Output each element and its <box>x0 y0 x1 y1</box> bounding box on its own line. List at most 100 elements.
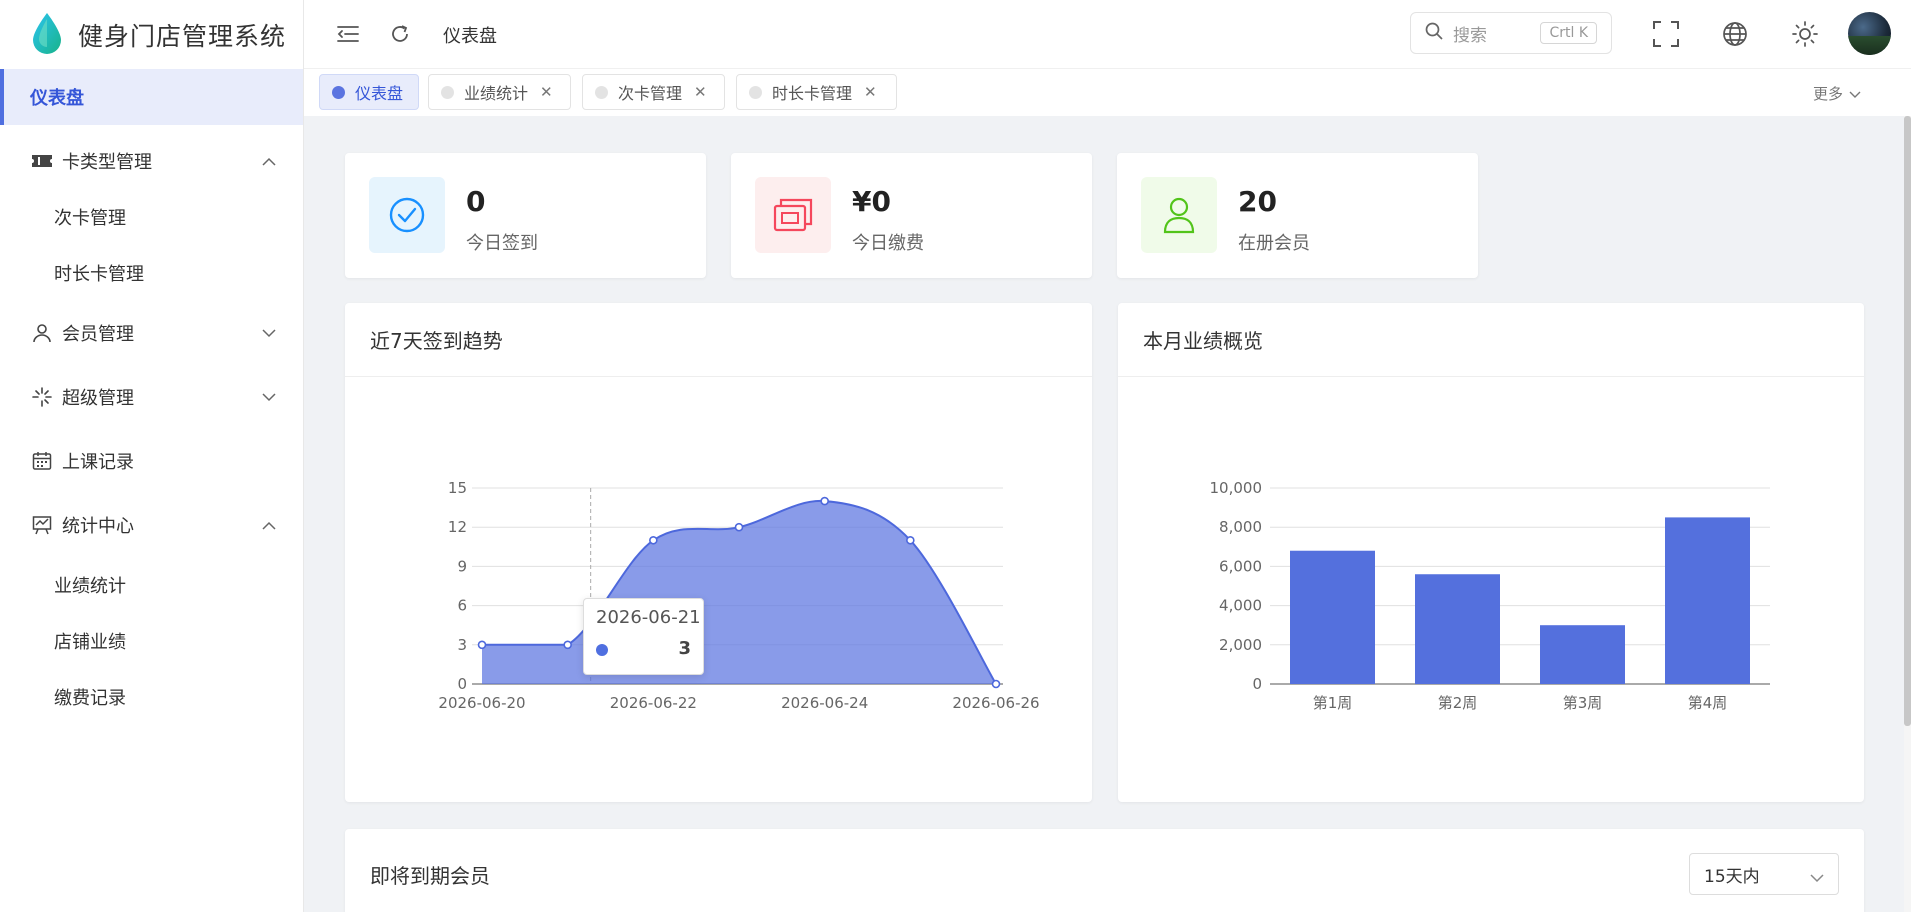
x-tick-label: 2026-06-22 <box>610 694 697 712</box>
search-box[interactable]: 搜索 Crtl K <box>1410 12 1612 54</box>
user-icon <box>30 321 54 345</box>
stat-card-members: 20 在册会员 <box>1117 153 1478 278</box>
panel-checkin-trend: 近7天签到趋势 0 3 6 9 12 15 2026-06-20 2026-06-22 2026… <box>345 303 1092 802</box>
y-tick-label: 12 <box>448 518 467 536</box>
chevron-down-icon <box>261 389 277 405</box>
panel-expiring-members: 即将到期会员 15天内 <box>345 829 1864 912</box>
bar <box>1540 625 1625 684</box>
sidebar-item-statistics[interactable]: 统计中心 <box>0 493 303 557</box>
y-tick-label: 3 <box>457 636 467 654</box>
tab-duration-card[interactable]: 时长卡管理 ✕ <box>736 74 897 110</box>
globe-icon[interactable] <box>1721 20 1749 48</box>
sidebar-item-label: 卡类型管理 <box>62 152 152 173</box>
tooltip-value: 3 <box>678 638 691 659</box>
menu-collapse-icon[interactable] <box>334 20 362 48</box>
data-point <box>563 640 572 650</box>
tabs-bar: 仪表盘 业绩统计 ✕ 次卡管理 ✕ 时长卡管理 ✕ 更多 <box>304 68 1911 116</box>
chevron-down-icon <box>1849 85 1861 103</box>
y-tick-label: 6,000 <box>1219 557 1262 575</box>
user-icon <box>1141 177 1217 253</box>
tab-dot <box>332 85 345 99</box>
search-placeholder: 搜索 <box>1453 25 1487 46</box>
stat-card-payments: ¥0 今日缴费 <box>731 153 1092 278</box>
x-tick-label: 2026-06-24 <box>781 694 868 712</box>
sidebar-item-count-card[interactable]: 次卡管理 <box>0 189 303 245</box>
app-logo[interactable]: 健身门店管理系统 <box>0 0 303 69</box>
chevron-down-icon <box>261 325 277 341</box>
sidebar-item-store-performance[interactable]: 店铺业绩 <box>0 613 303 669</box>
stat-value: 0 <box>466 185 486 218</box>
refresh-icon[interactable] <box>386 20 414 48</box>
checkin-trend-chart: 0 3 6 9 12 15 2026-06-20 2026-06-22 2026-06-24 20… <box>438 479 1039 712</box>
stat-card-checkins: 0 今日签到 <box>345 153 706 278</box>
sidebar-item-payment-records[interactable]: 缴费记录 <box>0 669 303 725</box>
panel-title: 即将到期会员 <box>370 863 490 888</box>
stat-value: ¥0 <box>852 185 891 218</box>
y-tick-label: 9 <box>457 557 467 575</box>
close-icon[interactable]: ✕ <box>694 83 707 101</box>
bar <box>1290 550 1375 684</box>
sidebar-item-card-types[interactable]: 卡类型管理 <box>0 133 303 189</box>
tab-label: 次卡管理 <box>618 84 683 103</box>
y-tick-label: 0 <box>457 675 467 693</box>
tab-dot <box>595 85 608 99</box>
tab-count-card[interactable]: 次卡管理 ✕ <box>582 74 725 110</box>
bar <box>1665 517 1750 684</box>
panel-title: 近7天签到趋势 <box>345 303 1092 377</box>
ticket-icon <box>30 149 54 173</box>
tabs-more-button[interactable]: 更多 <box>1813 83 1861 104</box>
tab-label: 业绩统计 <box>464 84 529 103</box>
sidebar-item-performance-stats[interactable]: 业绩统计 <box>0 557 303 613</box>
sidebar-item-label: 仪表盘 <box>30 88 84 109</box>
x-tick-label: 第4周 <box>1688 694 1728 712</box>
check-circle-icon <box>369 177 445 253</box>
stat-label: 今日签到 <box>466 233 538 254</box>
data-point <box>991 679 1001 689</box>
breadcrumb[interactable]: 仪表盘 <box>443 22 497 48</box>
select-value: 15天内 <box>1704 866 1760 887</box>
sidebar: 健身门店管理系统 仪表盘 卡类型管理 次卡管理 时长卡管理 会员管理 超级管理 <box>0 0 304 912</box>
sidebar-item-label: 上课记录 <box>62 452 134 473</box>
tab-label: 时长卡管理 <box>772 84 853 103</box>
x-tick-label: 第1周 <box>1313 694 1353 712</box>
page-scrollbar-thumb[interactable] <box>1904 116 1911 726</box>
panel-title: 本月业绩概览 <box>1118 303 1864 377</box>
tabs-more-label: 更多 <box>1812 85 1843 103</box>
search-shortcut-badge: Crtl K <box>1540 22 1597 44</box>
avatar[interactable] <box>1848 12 1891 55</box>
theme-sun-icon[interactable] <box>1791 20 1819 48</box>
sidebar-item-duration-card[interactable]: 时长卡管理 <box>0 245 303 301</box>
sidebar-item-members[interactable]: 会员管理 <box>0 301 303 365</box>
water-drop-icon <box>30 11 64 59</box>
y-tick-label: 4,000 <box>1219 597 1262 615</box>
close-icon[interactable]: ✕ <box>864 83 877 101</box>
tab-dashboard[interactable]: 仪表盘 <box>319 74 419 110</box>
close-icon[interactable]: ✕ <box>540 83 553 101</box>
app-title: 健身门店管理系统 <box>78 21 287 51</box>
chevron-down-icon <box>1810 868 1824 888</box>
data-point <box>649 535 658 545</box>
x-tick-label: 2026-06-20 <box>438 694 525 712</box>
sidebar-item-class-records[interactable]: 上课记录 <box>0 429 303 493</box>
y-tick-label: 6 <box>457 597 467 615</box>
y-tick-label: 8,000 <box>1219 518 1262 536</box>
tooltip-date: 2026-06-21 <box>596 607 701 628</box>
sidebar-item-label: 超级管理 <box>62 388 134 409</box>
expiring-filter-select[interactable]: 15天内 <box>1689 853 1839 895</box>
fullscreen-icon[interactable] <box>1652 20 1680 48</box>
y-tick-label: 2,000 <box>1219 636 1262 654</box>
tab-performance-stats[interactable]: 业绩统计 ✕ <box>428 74 571 110</box>
x-tick-label: 2026-06-26 <box>952 694 1039 712</box>
sidebar-item-super-admin[interactable]: 超级管理 <box>0 365 303 429</box>
chart-tooltip: 2026-06-21 3 <box>583 598 704 675</box>
x-tick-label: 第2周 <box>1438 694 1478 712</box>
stat-label: 今日缴费 <box>852 233 924 254</box>
y-tick-label: 0 <box>1252 675 1262 693</box>
sidebar-item-label: 会员管理 <box>62 324 134 345</box>
money-icon <box>755 177 831 253</box>
sidebar-item-dashboard[interactable]: 仪表盘 <box>0 69 303 125</box>
y-tick-label: 10,000 <box>1210 479 1263 497</box>
stat-value: 20 <box>1238 185 1277 218</box>
search-icon <box>1425 22 1443 44</box>
chevron-up-icon <box>261 517 277 533</box>
